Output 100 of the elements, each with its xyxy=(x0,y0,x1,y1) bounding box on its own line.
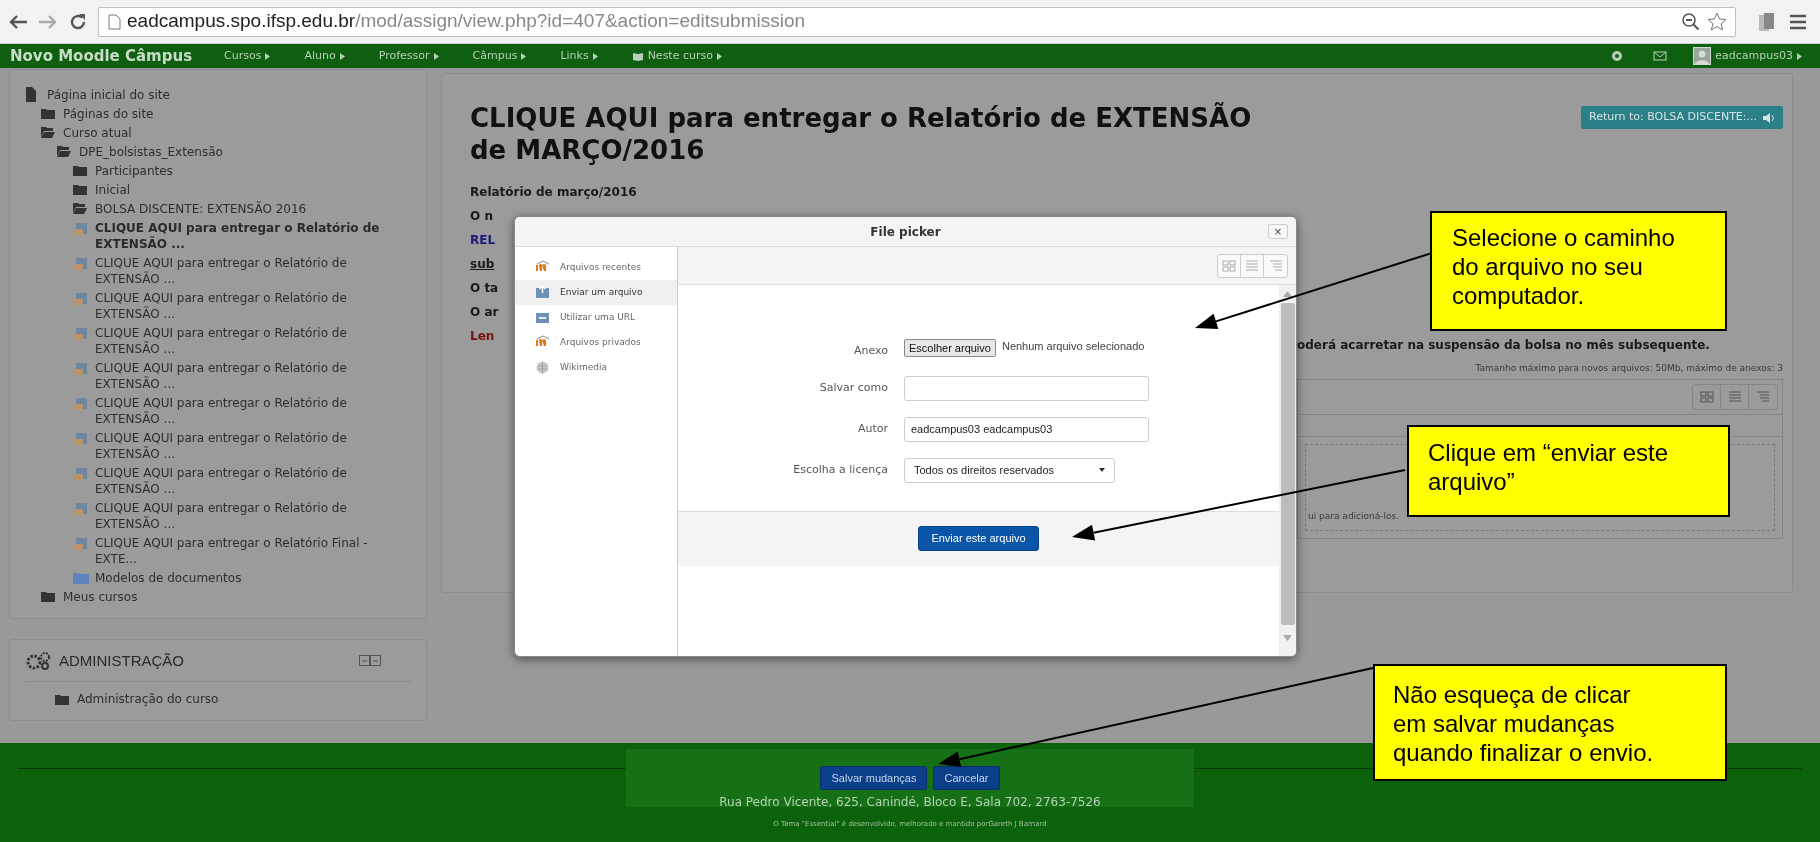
caret-icon xyxy=(1099,468,1105,472)
text-line: Len xyxy=(470,328,495,345)
sidebar-item[interactable]: CLIQUE AQUI para entregar o Relatório de EXTENSÃO ... xyxy=(95,290,385,322)
sidebar-item[interactable]: CLIQUE AQUI para entregar o Relatório de EXTENSÃO ... xyxy=(95,360,385,392)
choose-file-button[interactable]: Escolher arquivo xyxy=(904,339,996,358)
collapse-icon[interactable] xyxy=(359,655,381,668)
folder-icon xyxy=(73,163,89,178)
assignment-icon xyxy=(73,290,89,305)
speaker-icon xyxy=(1763,112,1775,123)
form-button[interactable]: Cancelar xyxy=(933,766,1000,790)
user-menu[interactable]: eadcampus03 xyxy=(1693,47,1802,65)
assignment-icon xyxy=(73,325,89,340)
site-name[interactable]: Novo Moodle Câmpus xyxy=(10,44,193,68)
sidebar-item[interactable]: DPE_bolsistas_Extensão xyxy=(79,144,369,160)
license-dropdown[interactable]: Todos os direitos reservados xyxy=(904,457,1115,483)
sidebar-item[interactable]: CLIQUE AQUI para entregar o Relatório de EXTENSÃO ... xyxy=(95,430,385,462)
zoom-icon[interactable] xyxy=(1681,11,1701,32)
text-line: oderá acarretar na suspensão da bolsa no mês subsequente. xyxy=(1297,337,1711,354)
sidebar-item[interactable]: Página inicial do site xyxy=(47,87,337,103)
globe-icon xyxy=(535,360,550,375)
scroll-down-icon[interactable] xyxy=(1283,635,1292,641)
assignment-icon xyxy=(73,430,89,445)
callout-note: Selecione o caminho do arquivo no seu computador. xyxy=(1430,211,1727,331)
assignment-icon xyxy=(73,360,89,375)
menu-icon[interactable] xyxy=(1788,12,1808,31)
sidebar-item[interactable]: Inicial xyxy=(95,182,385,198)
mail-icon[interactable] xyxy=(1653,51,1668,61)
form-button[interactable]: Salvar mudanças xyxy=(820,766,928,790)
nav-menu[interactable]: Links xyxy=(560,47,598,65)
caret-icon xyxy=(716,52,722,60)
link[interactable]: REL xyxy=(470,232,496,249)
caret-icon xyxy=(339,52,345,60)
callout-note: Não esqueça de clicar em salvar mudanças quando finalizar o envio. xyxy=(1373,664,1727,781)
sidebar-item[interactable]: CLIQUE AQUI para entregar o Relatório de EXTENSÃO ... xyxy=(95,500,385,532)
sidebar-item[interactable]: BOLSA DISCENTE: EXTENSÃO 2016 xyxy=(95,201,385,217)
caret-icon xyxy=(592,52,598,60)
assignment-icon xyxy=(73,395,89,410)
sidebar-item[interactable]: Páginas do site xyxy=(63,106,353,122)
field-label: Escolha a licença xyxy=(792,461,889,478)
sidebar-item[interactable]: CLIQUE AQUI para entregar o Relatório de EXTENSÃO ... xyxy=(95,395,385,427)
caret-icon xyxy=(433,52,439,60)
admin-item[interactable]: Administração do curso xyxy=(77,689,219,708)
nav-menu[interactable]: Cursos xyxy=(224,47,271,65)
address-bar[interactable]: eadcampus.spo.ifsp.edu.br/mod/assign/view.php?id=407&action=editsubmission xyxy=(98,6,1736,37)
upload-submit-button[interactable]: Enviar este arquivo xyxy=(918,526,1039,551)
assignment-icon xyxy=(73,255,89,270)
sidebar-item[interactable]: CLIQUE AQUI para entregar o Relatório de EXTENSÃO ... xyxy=(95,325,385,357)
callout-note: Clique em “enviar este arquivo” xyxy=(1407,425,1730,517)
repository-item[interactable]: Arquivos recentes xyxy=(515,255,677,280)
nav-menu[interactable]: Aluno xyxy=(304,47,345,65)
assignment-icon xyxy=(73,500,89,515)
view-switcher[interactable] xyxy=(1692,383,1778,410)
folder-icon xyxy=(41,589,57,604)
view-switcher[interactable] xyxy=(1217,253,1288,278)
text-line: O ar xyxy=(470,304,499,321)
text-line: O ta xyxy=(470,280,499,297)
sidebar-item[interactable]: CLIQUE AQUI para entregar o Relatório de EXTENSÃO ... xyxy=(95,220,385,252)
target-icon[interactable] xyxy=(1611,50,1624,62)
return-button[interactable]: Return to: BOLSA DISCENTE:... xyxy=(1581,106,1783,129)
repository-item[interactable]: Arquivos privados xyxy=(515,330,677,355)
scroll-up-icon[interactable] xyxy=(1283,291,1292,297)
sidebar-item[interactable]: CLIQUE AQUI para entregar o Relatório de EXTENSÃO ... xyxy=(95,465,385,497)
field-label: Salvar como xyxy=(818,379,889,396)
sidebar-item[interactable]: CLIQUE AQUI para entregar o Relatório Final - EXTE... xyxy=(95,535,385,567)
back-icon[interactable] xyxy=(8,13,28,30)
nav-menu[interactable]: Câmpus xyxy=(472,47,527,65)
sidebar-item[interactable]: Meus cursos xyxy=(63,589,353,605)
repository-item[interactable]: Wikimedia xyxy=(515,355,677,380)
folder-icon xyxy=(73,182,89,197)
footer-address: Rua Pedro Vicente, 625, Canindé, Bloco E, Sala 702, 2763-7526 xyxy=(719,794,1101,811)
panel-title: ADMINISTRAÇÃO xyxy=(59,651,185,671)
caret-icon xyxy=(521,52,527,60)
text-field[interactable]: eadcampus03 eadcampus03 xyxy=(904,416,1149,442)
text-field[interactable] xyxy=(904,375,1149,401)
nav-menu[interactable]: Professor xyxy=(378,47,439,65)
scrollbar[interactable] xyxy=(1279,285,1296,656)
link-icon xyxy=(535,310,550,325)
folder-icon xyxy=(73,570,89,585)
gears-icon xyxy=(25,651,51,672)
sidebar-item[interactable]: Curso atual xyxy=(63,125,353,141)
repository-item[interactable]: Utilizar uma URL xyxy=(515,305,677,330)
reload-icon[interactable] xyxy=(68,11,88,32)
star-icon[interactable] xyxy=(1707,11,1727,32)
forward-icon[interactable] xyxy=(38,13,58,30)
file-limits-note: Tamanho máximo para novos arquivos: 50Mb, máximo de anexos: 3 xyxy=(1475,362,1783,375)
text-line: sub xyxy=(470,256,495,273)
sidebar-item[interactable]: Participantes xyxy=(95,163,385,179)
nav-menu[interactable]: Neste curso xyxy=(631,47,722,65)
assignment-icon xyxy=(73,220,89,235)
close-button[interactable]: × xyxy=(1268,224,1288,239)
book-icon xyxy=(631,51,644,61)
caret-icon xyxy=(265,52,271,60)
sidebar-item[interactable]: Modelos de documentos xyxy=(95,570,385,586)
avatar-icon xyxy=(1693,47,1712,65)
repository-item[interactable]: Enviar um arquivo xyxy=(515,280,677,305)
folder-icon xyxy=(41,106,57,121)
assignment-icon xyxy=(73,535,89,550)
folder-icon xyxy=(73,201,89,216)
sidebar-item[interactable]: CLIQUE AQUI para entregar o Relatório de EXTENSÃO ... xyxy=(95,255,385,287)
drop-hint: ui para adicioná-los. xyxy=(1307,510,1400,523)
